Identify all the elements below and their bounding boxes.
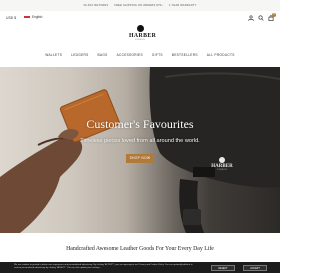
announcement-bar: 30-DAY RETURNS FREE SHIPPING ON ORDERS $… — [0, 0, 280, 11]
bag-logo: HARBER LONDON — [209, 157, 235, 171]
announcement-shipping: FREE SHIPPING ON ORDERS $75+ — [114, 4, 163, 7]
header-icons: 0 — [248, 13, 276, 21]
hero-image — [0, 67, 280, 233]
reject-button[interactable]: REJECT — [211, 265, 235, 271]
nav-item-wallets[interactable]: WALLETS — [45, 53, 62, 63]
logo-sub: LONDON — [134, 39, 146, 41]
currency-selector[interactable]: USD $ — [6, 16, 16, 20]
shop-now-button[interactable]: SHOP NOW — [126, 154, 154, 163]
hero-subtitle: Timeless pieces loved from all around th… — [80, 138, 200, 144]
main-nav: WALLETS LEDGERS BAGS ACCESSORIES GIFTS B… — [0, 53, 280, 63]
announcement-returns: 30-DAY RETURNS — [83, 4, 109, 7]
nav-item-all-products[interactable]: ALL PRODUCTS — [207, 53, 235, 63]
hero-banner: HARBER LONDON Customer's Favourites Time… — [0, 67, 280, 233]
announcement-warranty: 1 YEAR WARRANTY — [168, 4, 197, 7]
nav-item-ledgers[interactable]: LEDGERS — [71, 53, 88, 63]
flag-icon — [24, 15, 30, 19]
language-label: English — [32, 15, 43, 19]
cart-button[interactable]: 0 — [268, 13, 276, 21]
utility-row: USD $ English 0 — [0, 13, 280, 24]
site-logo[interactable]: HARBER LONDON — [129, 25, 156, 41]
nav-item-gifts[interactable]: GIFTS — [152, 53, 163, 63]
language-selector[interactable]: English — [24, 15, 42, 19]
search-icon[interactable] — [258, 15, 264, 21]
nav-item-accessories[interactable]: ACCESSORIES — [117, 53, 143, 63]
logo-badge-icon — [136, 25, 144, 32]
bag-logo-badge-icon — [219, 157, 225, 163]
cookie-text: We use cookies to provide a better user … — [14, 264, 193, 270]
nav-item-bestsellers[interactable]: BESTSELLERS — [172, 53, 198, 63]
cart-count-badge: 0 — [272, 13, 276, 17]
nav-item-bags[interactable]: BAGS — [98, 53, 108, 63]
account-icon[interactable] — [248, 15, 254, 21]
cookie-banner: We use cookies to provide a better user … — [0, 262, 280, 273]
section-title: Handcrafted Awesome Leather Goods For Yo… — [66, 246, 214, 252]
bag-logo-sub: LONDON — [216, 169, 228, 171]
hero-title: Customer's Favourites — [86, 117, 194, 131]
accept-button[interactable]: ACCEPT — [243, 265, 267, 271]
